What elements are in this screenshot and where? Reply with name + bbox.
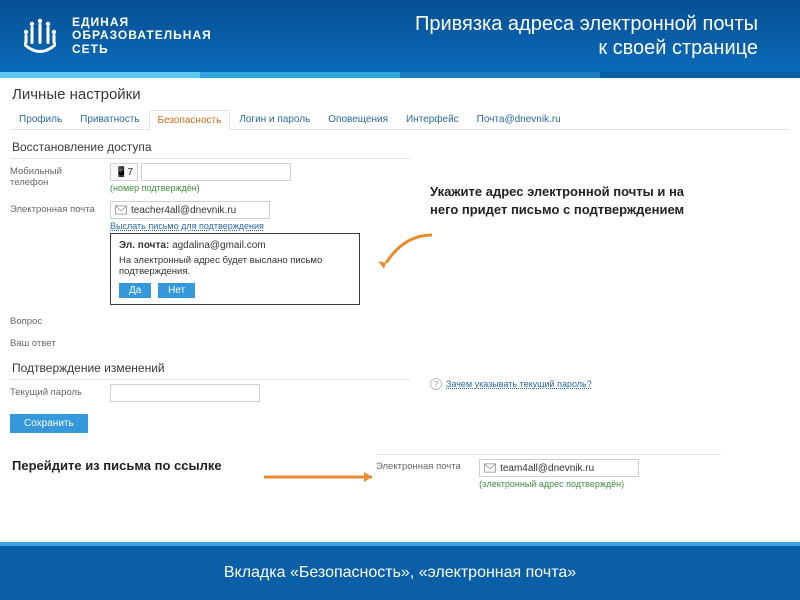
callout-follow-link: Перейдите из письма по ссылке [12,458,222,473]
tab-mail[interactable]: Почта@dnevnik.ru [468,109,570,129]
envelope-icon [115,205,127,215]
email-confirmed-hint: (электронный адрес подтверждён) [479,479,639,489]
tab-login[interactable]: Логин и пароль [230,109,319,129]
email-confirmed-snippet: Электронная почта team4all@dnevnik.ru (э… [376,454,721,490]
brand-logo-block: ЕДИНАЯ ОБРАЗОВАТЕЛЬНАЯ СЕТЬ [18,14,212,58]
confirmed-email-input[interactable]: team4all@dnevnik.ru [479,459,639,477]
phone-prefix: 📱 7 [110,163,138,181]
arrow-2-icon [264,470,384,484]
help-icon: ? [430,378,442,390]
section-confirm-changes: Подтверждение изменений [10,357,410,380]
slide-footer: Вкладка «Безопасность», «электронная поч… [0,542,800,600]
callout-enter-email: Укажите адрес электронной почты и на нег… [430,183,710,218]
confirm-dialog: Эл. почта: agdalina@gmail.com На электро… [110,233,360,305]
row-mobile-phone: Мобильный телефон 📱 7 (номер подтверждён… [10,159,410,197]
envelope-icon [484,463,496,473]
phone-confirmed-hint: (номер подтверждён) [110,183,410,193]
email-input[interactable]: teacher4all@dnevnik.ru [110,201,270,219]
screenshot-content: Личные настройки Профиль Приватность Без… [0,78,800,542]
row-answer: Ваш ответ [10,331,410,353]
section-restore-access: Восстановление доступа [10,136,410,159]
brand-text: ЕДИНАЯ ОБРАЗОВАТЕЛЬНАЯ СЕТЬ [72,16,212,56]
row-question: Вопрос [10,309,410,331]
hand-logo-icon [18,14,62,58]
row-email: Электронная почта teacher4all@dnevnik.ru… [10,197,410,309]
why-password-help-link[interactable]: ?Зачем указывать текущий пароль? [430,378,592,390]
tab-security[interactable]: Безопасность [149,110,231,130]
tab-privacy[interactable]: Приватность [71,109,148,129]
tab-interface[interactable]: Интерфейс [397,109,468,129]
tab-alerts[interactable]: Оповещения [319,109,397,129]
tab-profile[interactable]: Профиль [10,109,71,129]
send-confirmation-link[interactable]: Выслать письмо для подтверждения [110,221,410,231]
slide-header: ЕДИНАЯ ОБРАЗОВАТЕЛЬНАЯ СЕТЬ Привязка адр… [0,0,800,72]
phone-input[interactable] [141,163,291,181]
page-title: Личные настройки [12,86,790,103]
settings-tabs: Профиль Приватность Безопасность Логин и… [10,109,790,130]
save-button[interactable]: Сохранить [10,414,88,433]
slide-title: Привязка адреса электронной почты к свое… [212,12,782,60]
confirm-yes-button[interactable]: Да [119,283,151,298]
row-current-password: Текущий пароль [10,380,410,406]
current-password-input[interactable] [110,384,260,402]
confirm-no-button[interactable]: Нет [158,283,195,298]
